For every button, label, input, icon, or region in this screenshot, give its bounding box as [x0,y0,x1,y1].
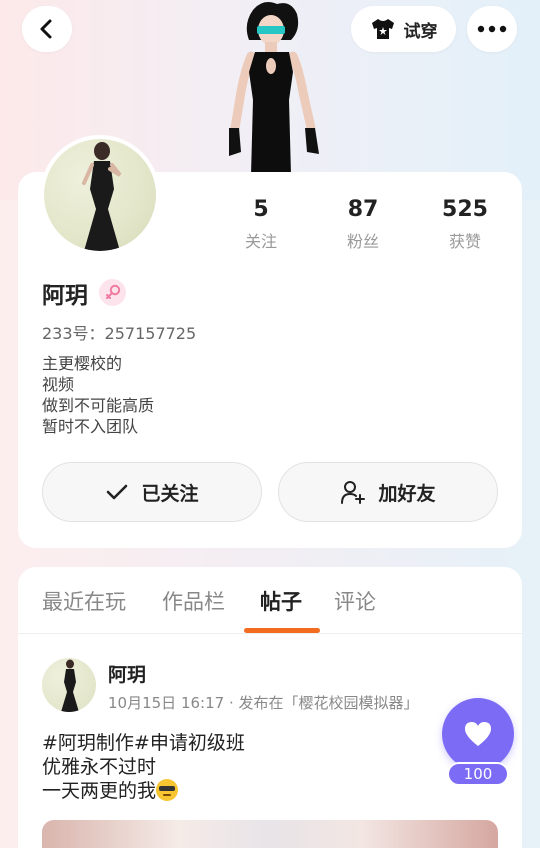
tab-recently-played[interactable]: 最近在玩 [42,586,126,616]
post-line-with-emoji: 一天两更的我 [42,779,245,803]
stat-likes[interactable]: 525 获赞 [425,196,505,252]
post-line: #阿玥制作#申请初级班 [42,732,245,754]
post-author-avatar[interactable] [42,658,96,712]
sunglasses-emoji-icon [156,779,179,801]
followed-label: 已关注 [141,482,199,505]
tabs-divider [18,633,522,634]
following-count: 5 [253,197,269,222]
try-on-button[interactable]: 试穿 [351,6,456,52]
followed-button[interactable]: 已关注 [42,462,262,522]
like-count: 100 [447,762,509,786]
tshirt-icon [371,19,394,39]
post-meta: 10月15日 16:17 · 发布在「樱花校园模拟器」 [108,694,419,712]
profile-nickname: 阿玥 [42,283,88,309]
tab-works[interactable]: 作品栏 [162,586,225,616]
tab-posts[interactable]: 帖子 [260,586,302,616]
chevron-left-icon [40,19,52,39]
bio-line: 做到不可能高质 [42,396,155,415]
character-avatar-figure[interactable] [205,0,335,175]
try-on-label: 试穿 [403,21,438,42]
followers-count: 87 [347,197,379,222]
post-image[interactable] [42,820,498,848]
add-friend-label: 加好友 [378,482,436,505]
bio-line: 视频 [42,375,75,394]
tab-comments[interactable]: 评论 [334,586,376,616]
post-line: 一天两更的我 [42,780,157,802]
post-author-name[interactable]: 阿玥 [108,660,146,687]
likes-label: 获赞 [448,232,481,251]
stat-followers[interactable]: 87 粉丝 [323,196,403,252]
profile-avatar[interactable] [40,135,160,255]
back-button[interactable] [22,6,72,52]
more-dots-icon [477,25,507,33]
more-options-button[interactable] [467,6,517,52]
bio-line: 暂时不入团队 [42,417,139,436]
add-friend-button[interactable]: 加好友 [278,462,498,522]
checkmark-icon [107,484,128,500]
female-gender-icon [99,279,126,306]
heart-icon [465,722,491,746]
avatar-figure-icon [82,142,122,251]
user-id: 233号：257157725 [42,324,197,343]
following-label: 关注 [244,232,277,251]
likes-count: 525 [442,197,488,222]
stat-following[interactable]: 5 关注 [221,196,301,252]
profile-bio: 主更樱校的 视频 做到不可能高质 暂时不入团队 [42,353,154,437]
add-user-icon [341,481,366,504]
like-button[interactable] [442,698,514,770]
post-body[interactable]: #阿玥制作#申请初级班 优雅永不过时 一天两更的我 [42,731,245,803]
post-line: 优雅永不过时 [42,756,157,778]
followers-label: 粉丝 [346,232,379,251]
bio-line: 主更樱校的 [42,354,123,373]
